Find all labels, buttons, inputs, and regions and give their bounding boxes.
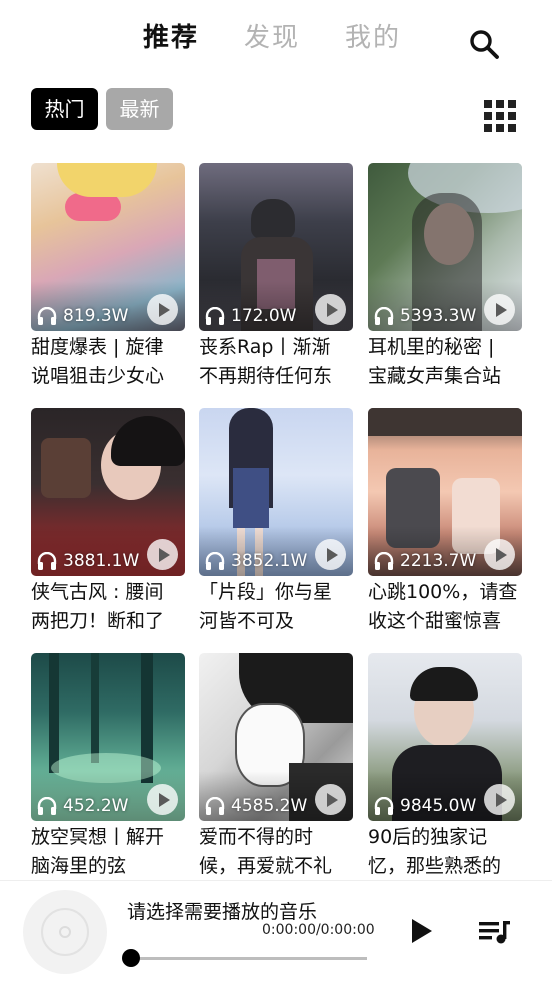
playlist-card[interactable]: 452.2W 放空冥想丨解开 脑海里的弦 bbox=[31, 653, 185, 879]
filter-hot[interactable]: 热门 bbox=[31, 88, 98, 130]
playlist-cover: 4585.2W bbox=[199, 653, 353, 821]
filter-new[interactable]: 最新 bbox=[106, 88, 173, 130]
playlist-cover: 452.2W bbox=[31, 653, 185, 821]
playlist-title: 90后的独家记 忆，那些熟悉的 bbox=[368, 826, 502, 877]
playlist-title: 爱而不得的时 候，再爱就不礼 bbox=[199, 826, 333, 877]
play-count: 452.2W bbox=[63, 796, 129, 816]
playlist-cover: 3881.1W bbox=[31, 408, 185, 576]
playback-time: 0:00:00/0:00:00 bbox=[262, 922, 375, 938]
headphones-icon bbox=[37, 552, 57, 570]
playlist-cover: 172.0W bbox=[199, 163, 353, 331]
tab-recommend[interactable]: 推荐 bbox=[143, 20, 199, 56]
play-count: 172.0W bbox=[231, 306, 297, 326]
playlist-cover: 9845.0W bbox=[368, 653, 522, 821]
playlist-title: 侠气古风 : 腰间 两把刀！断和了 bbox=[31, 581, 165, 632]
play-icon[interactable] bbox=[315, 294, 346, 325]
play-icon[interactable] bbox=[147, 539, 178, 570]
playlist-title: 「片段」你与星 河皆不可及 bbox=[199, 581, 333, 632]
search-button[interactable] bbox=[466, 26, 502, 62]
play-count: 2213.7W bbox=[400, 551, 477, 571]
progress-track[interactable] bbox=[131, 957, 367, 960]
play-count: 9845.0W bbox=[400, 796, 477, 816]
play-button[interactable] bbox=[408, 917, 434, 945]
headphones-icon bbox=[37, 797, 57, 815]
disc-icon[interactable] bbox=[23, 890, 107, 974]
tab-discover[interactable]: 发现 bbox=[244, 20, 300, 56]
tab-mine[interactable]: 我的 bbox=[345, 20, 401, 56]
playlist-card[interactable]: 4585.2W 爱而不得的时 候，再爱就不礼 bbox=[199, 653, 353, 879]
headphones-icon bbox=[205, 307, 225, 325]
playlist-cover: 819.3W bbox=[31, 163, 185, 331]
play-icon[interactable] bbox=[315, 539, 346, 570]
play-icon[interactable] bbox=[315, 784, 346, 815]
now-playing-title: 请选择需要播放的音乐 bbox=[127, 901, 318, 923]
play-count: 4585.2W bbox=[231, 796, 308, 816]
play-icon[interactable] bbox=[147, 294, 178, 325]
play-icon[interactable] bbox=[484, 539, 515, 570]
play-icon[interactable] bbox=[484, 294, 515, 325]
playlist-title: 丧系Rap丨渐渐 不再期待任何东 bbox=[199, 336, 333, 387]
play-icon[interactable] bbox=[484, 784, 515, 815]
playlist-title: 耳机里的秘密 | 宝藏女声集合站 bbox=[368, 336, 502, 387]
playlist-cover: 3852.1W bbox=[199, 408, 353, 576]
headphones-icon bbox=[205, 552, 225, 570]
playlist-queue-button[interactable] bbox=[476, 917, 512, 947]
mini-player: 请选择需要播放的音乐 0:00:00/0:00:00 bbox=[0, 880, 552, 981]
top-tab-bar: 推荐 发现 我的 bbox=[0, 0, 552, 80]
playlist-card[interactable]: 5393.3W 耳机里的秘密 | 宝藏女声集合站 bbox=[368, 163, 522, 389]
play-count: 3881.1W bbox=[63, 551, 140, 571]
headphones-icon bbox=[374, 307, 394, 325]
headphones-icon bbox=[205, 797, 225, 815]
playlist-cover: 2213.7W bbox=[368, 408, 522, 576]
progress-knob[interactable] bbox=[122, 949, 140, 967]
play-count: 3852.1W bbox=[231, 551, 308, 571]
grid-icon[interactable] bbox=[484, 100, 516, 132]
playlist-title: 甜度爆表 | 旋律 说唱狙击少女心 bbox=[31, 336, 165, 387]
playlist-card[interactable]: 819.3W 甜度爆表 | 旋律 说唱狙击少女心 bbox=[31, 163, 185, 389]
playlist-title: 心跳100%，请查 收这个甜蜜惊喜 bbox=[368, 581, 518, 632]
playlist-cover: 5393.3W bbox=[368, 163, 522, 331]
play-icon[interactable] bbox=[147, 784, 178, 815]
playlist-card[interactable]: 172.0W 丧系Rap丨渐渐 不再期待任何东 bbox=[199, 163, 353, 389]
playlist-queue-icon bbox=[479, 921, 510, 944]
play-count: 819.3W bbox=[63, 306, 129, 326]
search-icon bbox=[470, 30, 499, 59]
playlist-card[interactable]: 3881.1W 侠气古风 : 腰间 两把刀！断和了 bbox=[31, 408, 185, 634]
playlist-card[interactable]: 9845.0W 90后的独家记 忆，那些熟悉的 bbox=[368, 653, 522, 879]
playlist-card[interactable]: 3852.1W 「片段」你与星 河皆不可及 bbox=[199, 408, 353, 634]
headphones-icon bbox=[37, 307, 57, 325]
play-count: 5393.3W bbox=[400, 306, 477, 326]
playlist-title: 放空冥想丨解开 脑海里的弦 bbox=[31, 826, 165, 877]
headphones-icon bbox=[374, 552, 394, 570]
playlist-card[interactable]: 2213.7W 心跳100%，请查 收这个甜蜜惊喜 bbox=[368, 408, 522, 634]
headphones-icon bbox=[374, 797, 394, 815]
